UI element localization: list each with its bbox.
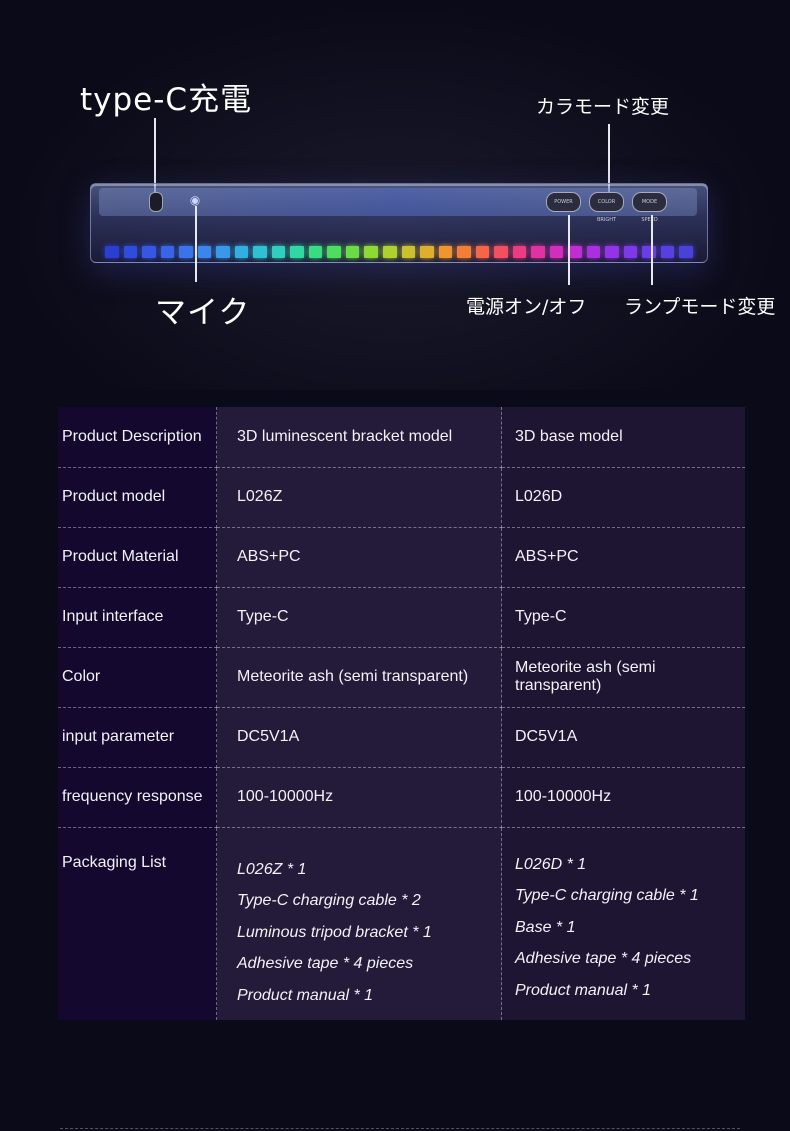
list-item: Luminous tripod bracket * 1 (237, 923, 432, 941)
callout-microphone: マイク (155, 295, 251, 331)
row-label: input parameter (58, 707, 217, 768)
row-label: Product model (58, 467, 217, 528)
led-segment (642, 246, 656, 258)
row-label: frequency response (58, 767, 217, 828)
led-segment (308, 246, 323, 258)
led-segment (382, 246, 397, 258)
table-row-packaging: Packaging List L026Z * 1 Type-C charging… (58, 827, 745, 1020)
model-z-value: L026Z (216, 467, 502, 528)
led-segment (660, 246, 675, 258)
led-segment (253, 246, 267, 258)
table-row: input parameter DC5V1A DC5V1A (58, 707, 745, 768)
leader-line-mic (195, 206, 197, 282)
list-item: L026Z * 1 (237, 860, 307, 878)
table-row: Color Meteorite ash (semi transparent) M… (58, 647, 745, 708)
list-item: Adhesive tape * 4 pieces (237, 955, 414, 972)
led-segment (345, 246, 360, 258)
leader-line-typec (154, 118, 156, 192)
callout-power-on-off: 電源オン/オフ (466, 296, 587, 318)
led-strip (105, 246, 693, 258)
list-item: L026D * 1 (515, 855, 587, 873)
led-segment (605, 246, 619, 258)
led-segment (494, 246, 508, 258)
model-z-value: ABS+PC (216, 527, 502, 588)
row-label: Color (58, 647, 217, 708)
model-d-value: L026D (501, 467, 745, 528)
model-z-value: Type-C (216, 587, 502, 648)
list-item: Type-C charging cable * 2 (237, 892, 421, 909)
led-segment (420, 246, 434, 258)
led-segment (160, 246, 175, 258)
model-z-value: Meteorite ash (semi transparent) (216, 647, 502, 708)
leader-line-power (568, 215, 570, 285)
callout-color-mode: カラモード変更 (536, 96, 670, 118)
table-row: Product Material ABS+PC ABS+PC (58, 527, 745, 588)
callout-typec-charging: type-C充電 (80, 82, 253, 118)
table-row: Product Description 3D luminescent brack… (58, 407, 745, 468)
led-segment (401, 246, 416, 258)
led-segment (531, 246, 545, 258)
led-segment (568, 246, 582, 258)
model-d-value: DC5V1A (501, 707, 745, 768)
power-button[interactable]: POWER (546, 192, 581, 212)
led-segment (475, 246, 490, 258)
led-segment (142, 246, 156, 258)
led-segment (438, 246, 453, 258)
callout-lamp-mode: ランプモード変更 (624, 296, 776, 318)
leader-line-lamp-mode (651, 215, 653, 285)
led-rhythm-light-bar: ◉ POWER COLOR BRIGHT MODE SPEED (90, 183, 708, 263)
table-row: frequency response 100-10000Hz 100-10000… (58, 767, 745, 828)
led-segment (271, 246, 286, 258)
table-row: Input interface Type-C Type-C (58, 587, 745, 648)
led-segment (679, 246, 693, 258)
led-segment (197, 246, 212, 258)
led-segment (623, 246, 638, 258)
list-item: Product manual * 1 (237, 986, 374, 1004)
row-label: Product Description (58, 407, 217, 468)
color-bright-button[interactable]: COLOR BRIGHT (589, 192, 624, 223)
spec-table: Product Description 3D luminescent brack… (58, 407, 745, 1020)
model-d-value: 100-10000Hz (501, 767, 745, 828)
led-segment (549, 246, 564, 258)
packaging-list-z: L026Z * 1 Type-C charging cable * 2 Lumi… (216, 827, 502, 1020)
list-item: Base * 1 (515, 918, 576, 936)
model-d-value: Type-C (501, 587, 745, 648)
list-item: Type-C charging cable * 1 (515, 887, 699, 904)
model-d-value: 3D base model (501, 407, 745, 468)
model-z-value: 100-10000Hz (216, 767, 502, 828)
led-segment (234, 246, 249, 258)
led-segment (179, 246, 193, 258)
model-d-value: Meteorite ash (semi transparent) (501, 647, 745, 708)
led-segment (216, 246, 230, 258)
row-label: Input interface (58, 587, 217, 648)
led-segment (327, 246, 341, 258)
led-segment (105, 246, 119, 258)
led-segment (364, 246, 378, 258)
list-item: Adhesive tape * 4 pieces (515, 950, 692, 967)
model-d-value: ABS+PC (501, 527, 745, 588)
table-row: Product model L026Z L026D (58, 467, 745, 528)
led-segment (512, 246, 527, 258)
led-segment (586, 246, 601, 258)
row-label: Packaging List (58, 827, 217, 1020)
packaging-list-d: L026D * 1 Type-C charging cable * 1 Base… (501, 827, 745, 1020)
led-segment (290, 246, 304, 258)
product-hero: type-C充電 カラモード変更 ◉ POWER COLOR BRIGHT MO… (0, 0, 790, 390)
led-segment (123, 246, 138, 258)
led-segment (457, 246, 471, 258)
row-label: Product Material (58, 527, 217, 588)
model-z-value: 3D luminescent bracket model (216, 407, 502, 468)
type-c-port-icon (149, 192, 163, 212)
list-item: Product manual * 1 (515, 981, 652, 999)
divider (60, 1128, 740, 1129)
model-z-value: DC5V1A (216, 707, 502, 768)
mode-speed-button[interactable]: MODE SPEED (632, 192, 667, 223)
